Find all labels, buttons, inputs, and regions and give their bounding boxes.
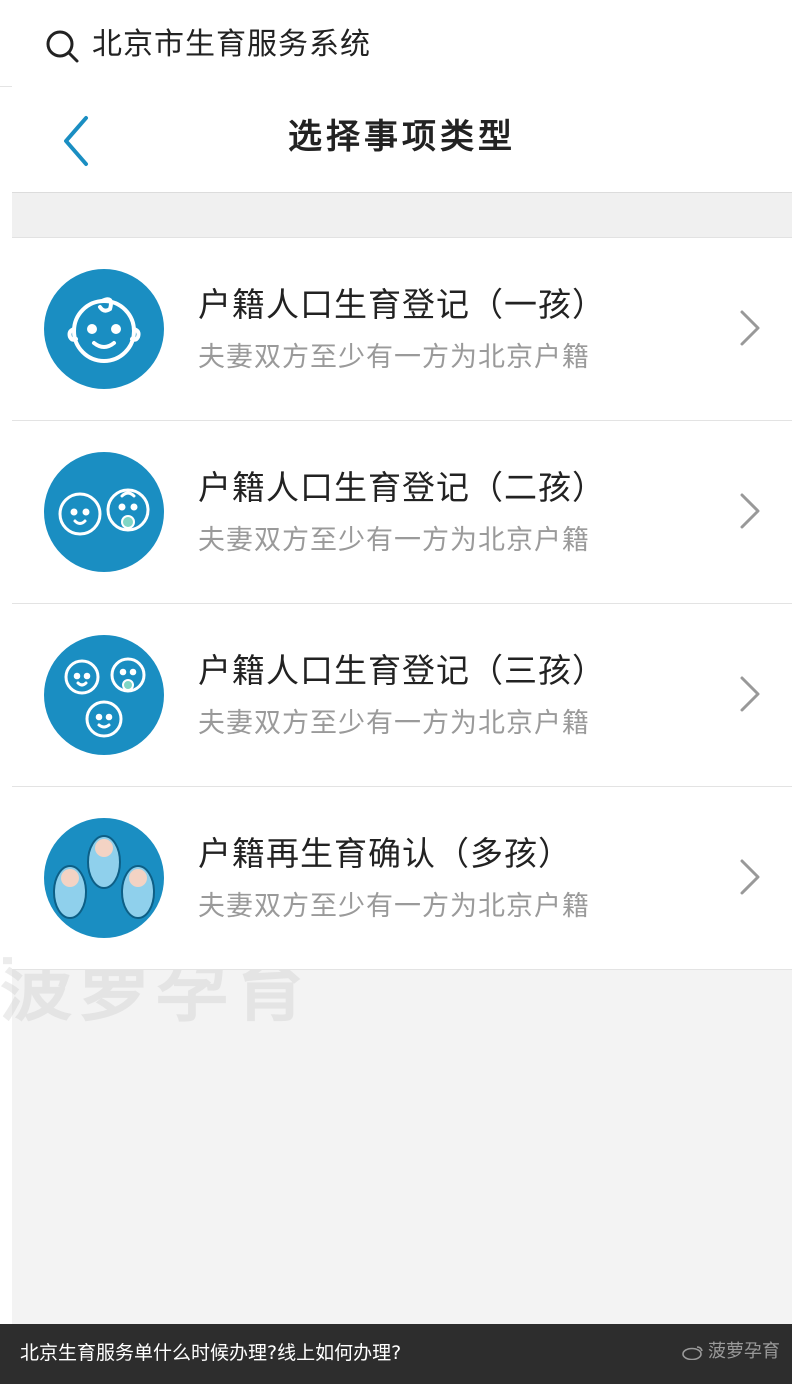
item-subtitle: 夫妻双方至少有一方为北京户籍 [198, 891, 590, 922]
nav-bar: 选择事项类型 [12, 86, 792, 193]
item-title: 户籍人口生育登记（三孩） [198, 651, 606, 690]
one-baby-face-icon [44, 269, 164, 389]
item-subtitle: 夫妻双方至少有一方为北京户籍 [198, 342, 590, 373]
item-type-list: 户籍人口生育登记（一孩） 夫妻双方至少有一方为北京户籍 户籍人口生育登记（二孩）… [12, 238, 792, 970]
source-mark-text: 菠萝孕育 [708, 1341, 780, 1362]
source-mark: 菠萝孕育 [682, 1336, 780, 1368]
search-query-text[interactable]: 北京市生育服务系统 [92, 22, 371, 68]
two-baby-faces-icon [44, 452, 164, 572]
item-title: 户籍人口生育登记（二孩） [198, 468, 606, 507]
page-title: 选择事项类型 [288, 117, 516, 157]
three-baby-faces-icon [44, 635, 164, 755]
chevron-right-icon [740, 859, 760, 895]
chevron-right-icon [740, 676, 760, 712]
chevron-right-icon [740, 310, 760, 346]
list-item-multiple-children[interactable]: 户籍再生育确认（多孩） 夫妻双方至少有一方为北京户籍 [12, 787, 792, 970]
item-subtitle: 夫妻双方至少有一方为北京户籍 [198, 708, 590, 739]
list-item-first-child[interactable]: 户籍人口生育登记（一孩） 夫妻双方至少有一方为北京户籍 [12, 238, 792, 421]
swaddled-babies-icon [44, 818, 164, 938]
weibo-icon [682, 1346, 703, 1360]
left-edge-strip [0, 0, 12, 1324]
item-title: 户籍再生育确认（多孩） [198, 834, 572, 873]
item-subtitle: 夫妻双方至少有一方为北京户籍 [198, 525, 590, 556]
caption-bar: 北京生育服务单什么时候办理?线上如何办理? 菠萝孕育 [0, 1324, 792, 1384]
search-bar[interactable]: 北京市生育服务系统 [0, 0, 792, 87]
caption-text: 北京生育服务单什么时候办理?线上如何办理? [20, 1342, 402, 1364]
list-item-third-child[interactable]: 户籍人口生育登记（三孩） 夫妻双方至少有一方为北京户籍 [12, 604, 792, 787]
search-icon[interactable] [44, 28, 80, 64]
list-item-second-child[interactable]: 户籍人口生育登记（二孩） 夫妻双方至少有一方为北京户籍 [12, 421, 792, 604]
item-title: 户籍人口生育登记（一孩） [198, 285, 606, 324]
chevron-right-icon [740, 493, 760, 529]
section-divider [12, 193, 792, 238]
